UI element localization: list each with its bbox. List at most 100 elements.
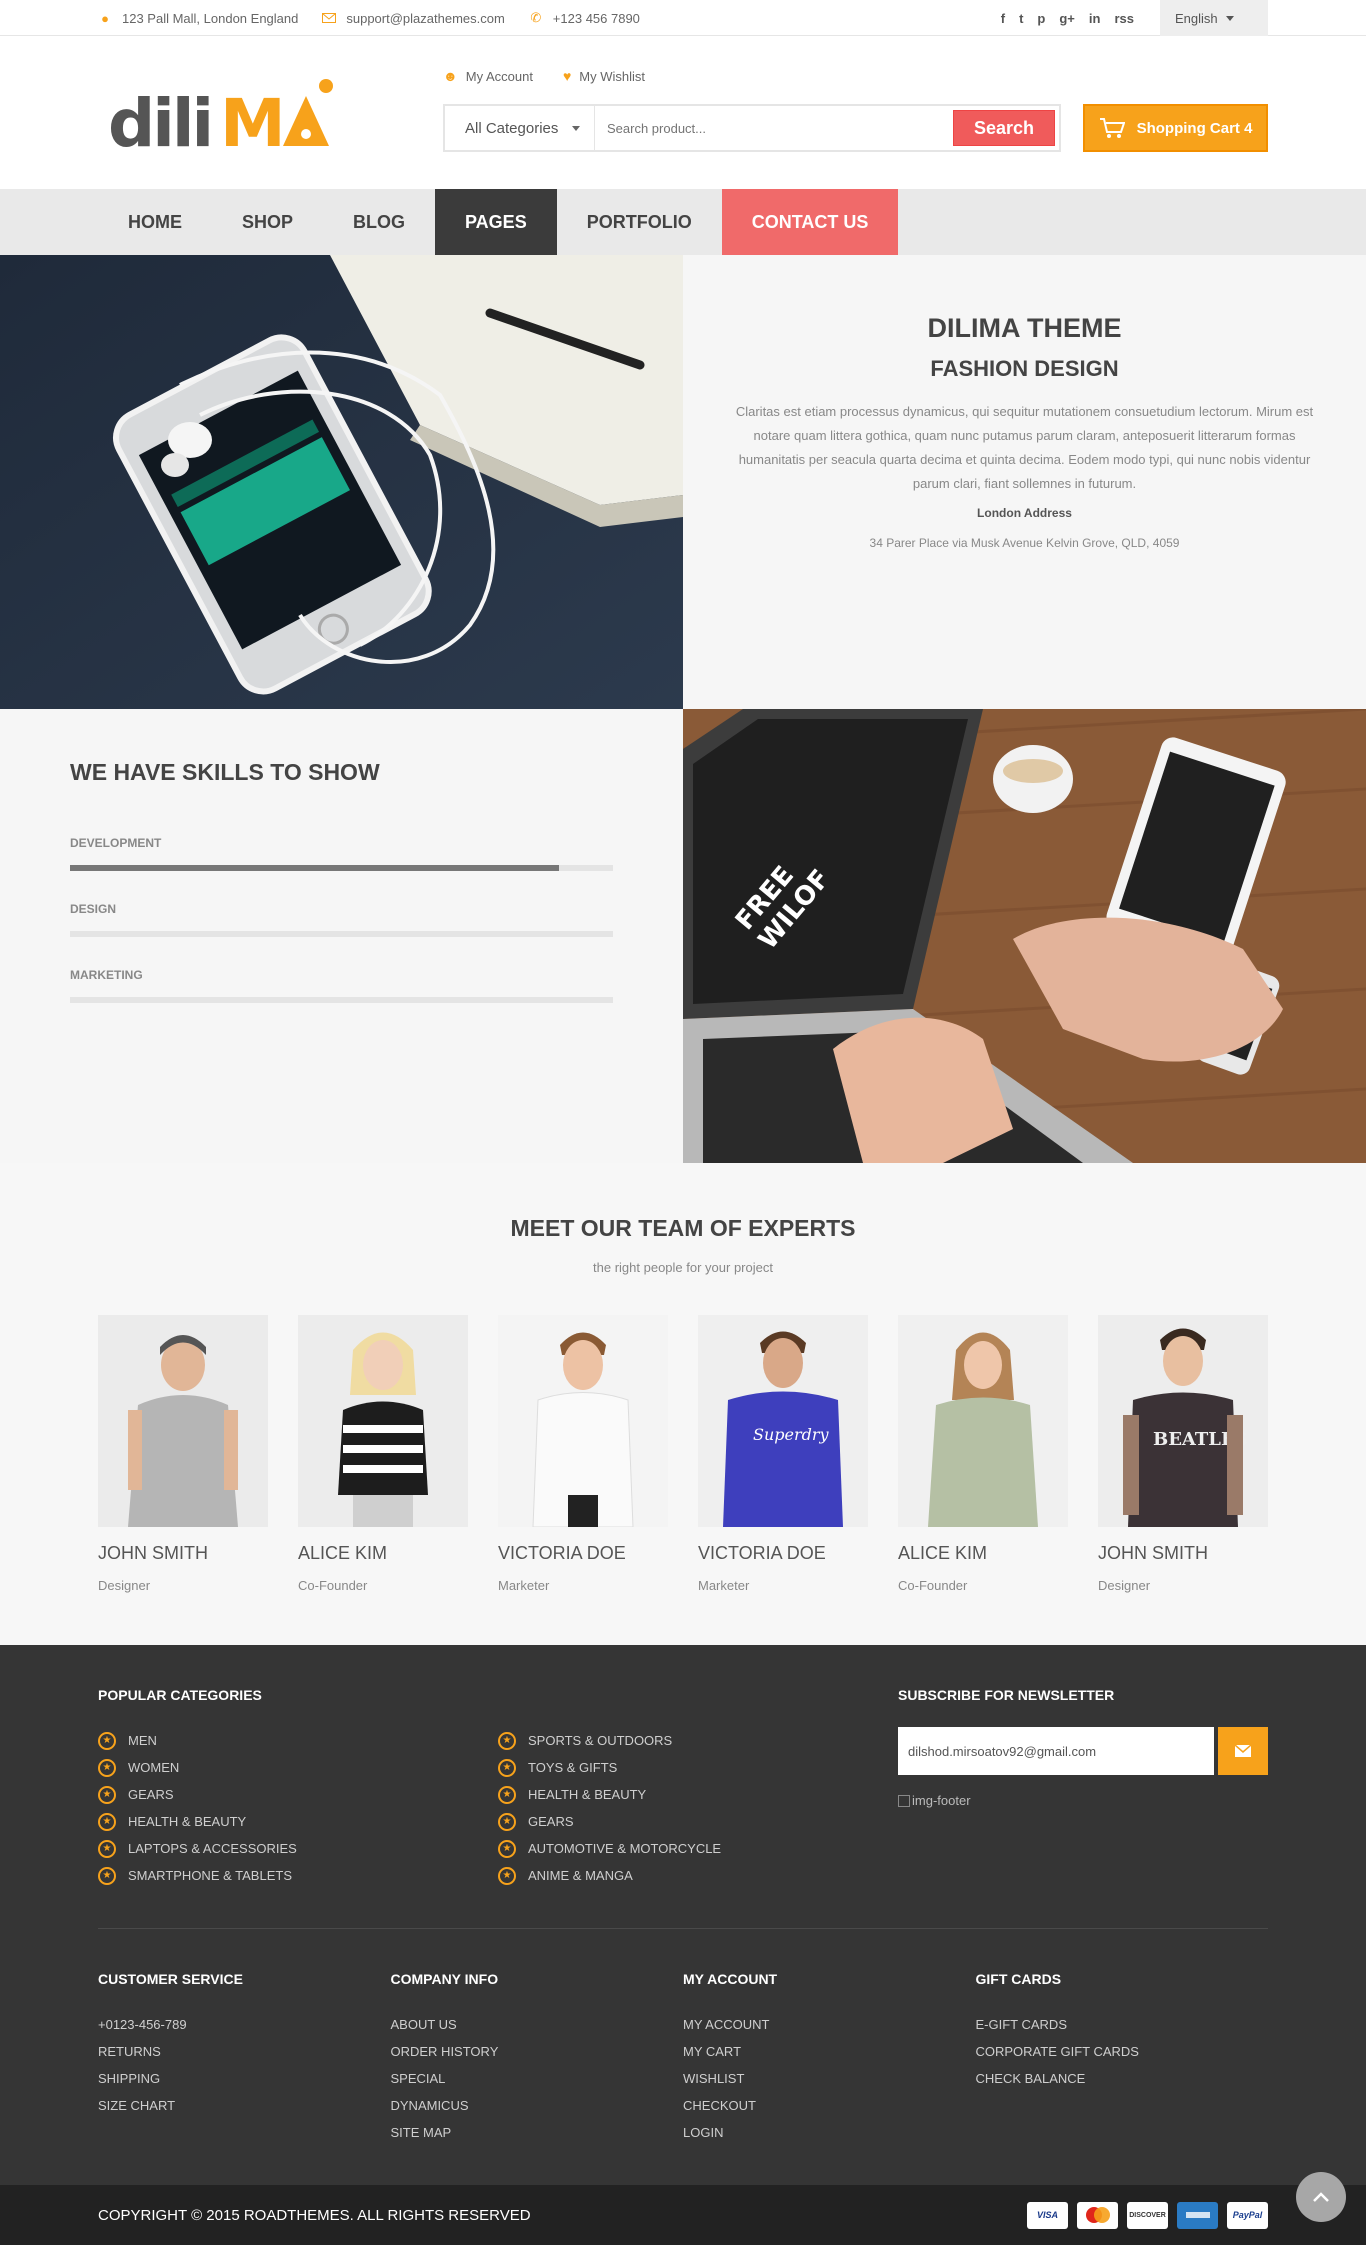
category-link[interactable]: ★ ANIME & MANGA [498, 1862, 898, 1889]
pinterest-icon[interactable]: p [1037, 11, 1045, 26]
category-label: LAPTOPS & ACCESSORIES [128, 1841, 297, 1856]
member-name: ALICE KIM [298, 1543, 388, 1563]
email-info[interactable]: support@plazathemes.com [322, 11, 505, 26]
star-icon: ★ [498, 1839, 516, 1858]
phone-headphones-image [0, 255, 683, 709]
footer-link[interactable]: RETURNS [98, 2038, 391, 2065]
footer-link[interactable]: MY ACCOUNT [683, 2011, 976, 2038]
search-button[interactable]: Search [953, 110, 1055, 146]
skill-development: DEVELOPMENT [70, 836, 613, 871]
discover-label: DISCOVER [1129, 2211, 1166, 2219]
footer-link[interactable]: LOGIN [683, 2119, 976, 2146]
star-icon: ★ [498, 1785, 516, 1804]
footer-link[interactable]: CORPORATE GIFT CARDS [976, 2038, 1269, 2065]
my-wishlist-link[interactable]: ♥ My Wishlist [563, 68, 645, 84]
paypal-label: PayPal [1232, 2210, 1263, 2220]
search-input[interactable] [595, 106, 949, 150]
amex-icon [1177, 2201, 1218, 2229]
category-label: HEALTH & BEAUTY [128, 1814, 247, 1829]
back-to-top-button[interactable] [1296, 2172, 1346, 2222]
nav-pages[interactable]: PAGES [435, 189, 557, 255]
google-plus-icon[interactable]: g+ [1059, 11, 1075, 26]
skill-bar [70, 931, 613, 937]
category-link[interactable]: ★ MEN [98, 1727, 498, 1754]
category-select[interactable]: All Categories [445, 106, 595, 150]
paypal-icon: PayPal [1227, 2201, 1268, 2229]
about-panel: DILIMA THEME FASHION DESIGN Claritas est… [683, 255, 1366, 709]
category-select-value: All Categories [465, 119, 559, 137]
skill-bar [70, 865, 613, 871]
member-photo [498, 1315, 668, 1527]
category-link[interactable]: ★ GEARS [498, 1808, 898, 1835]
category-link[interactable]: ★ GEARS [98, 1781, 498, 1808]
category-link[interactable]: ★ WOMEN [98, 1754, 498, 1781]
cart-label: Shopping Cart 4 [1136, 119, 1253, 137]
skill-marketing: MARKETING [70, 968, 613, 1003]
footer-column-title: COMPANY INFO [390, 1971, 499, 1987]
category-link[interactable]: ★ SPORTS & OUTDOORS [498, 1727, 898, 1754]
nav-contact-us[interactable]: CONTACT US [721, 189, 899, 255]
footer-link[interactable]: +0123-456-789 [98, 2011, 391, 2038]
twitter-icon[interactable]: t [1019, 11, 1023, 26]
footer-link[interactable]: CHECK BALANCE [976, 2065, 1269, 2092]
email-text[interactable]: support@plazathemes.com [346, 11, 504, 26]
footer-link[interactable]: DYNAMICUS [391, 2092, 684, 2119]
member-photo [898, 1315, 1068, 1527]
team-member[interactable]: Superdry VICTORIA DOE Marketer [698, 1315, 868, 1593]
social-links: f t p g+ in rss [1001, 11, 1134, 26]
team-member[interactable]: ALICE KIM Co-Founder [898, 1315, 1068, 1593]
member-name: ALICE KIM [898, 1543, 988, 1563]
category-label: MEN [128, 1733, 157, 1748]
team-member[interactable]: BEATLES JOHN SMITH Designer [1098, 1315, 1268, 1593]
member-photo [298, 1315, 468, 1527]
language-select[interactable]: English [1160, 0, 1268, 36]
category-link[interactable]: ★ LAPTOPS & ACCESSORIES [98, 1835, 498, 1862]
linkedin-icon[interactable]: in [1089, 11, 1101, 26]
footer-link[interactable]: CHECKOUT [683, 2092, 976, 2119]
category-label: ANIME & MANGA [528, 1868, 633, 1883]
nav-home[interactable]: HOME [98, 189, 212, 255]
footer-link[interactable]: SITE MAP [391, 2119, 684, 2146]
category-link[interactable]: ★ TOYS & GIFTS [498, 1754, 898, 1781]
my-account-link[interactable]: ☻ My Account [443, 68, 533, 84]
team-member[interactable]: ALICE KIM Co-Founder [298, 1315, 468, 1593]
header: dili M ☻ My Account ♥ My Wishlist All Ca… [0, 36, 1366, 189]
category-link[interactable]: ★ SMARTPHONE & TABLETS [98, 1862, 498, 1889]
heart-icon: ♥ [562, 68, 572, 84]
newsletter: SUBSCRIBE FOR NEWSLETTER img-footer [898, 1687, 1268, 1928]
category-label: AUTOMOTIVE & MOTORCYCLE [528, 1841, 722, 1856]
rss-icon[interactable]: rss [1114, 11, 1134, 26]
category-link[interactable]: ★ HEALTH & BEAUTY [498, 1781, 898, 1808]
footer-link[interactable]: WISHLIST [683, 2065, 976, 2092]
shopping-cart-button[interactable]: Shopping Cart 4 [1083, 104, 1268, 152]
footer-link[interactable]: SPECIAL [391, 2065, 684, 2092]
category-label: TOYS & GIFTS [528, 1760, 618, 1775]
nav-shop[interactable]: SHOP [212, 189, 323, 255]
footer-link[interactable]: MY CART [683, 2038, 976, 2065]
facebook-icon[interactable]: f [1001, 11, 1005, 26]
footer-link[interactable]: SIZE CHART [98, 2092, 391, 2119]
nav-portfolio[interactable]: PORTFOLIO [557, 189, 722, 255]
footer-link[interactable]: SHIPPING [98, 2065, 391, 2092]
newsletter-submit-button[interactable] [1218, 1727, 1268, 1775]
category-link[interactable]: ★ AUTOMOTIVE & MOTORCYCLE [498, 1835, 898, 1862]
footer-link[interactable]: E-GIFT CARDS [976, 2011, 1269, 2038]
member-role: Designer [98, 1578, 151, 1593]
phone-text: +123 456 7890 [552, 10, 640, 26]
globe-icon: ● [101, 10, 109, 26]
team-member[interactable]: JOHN SMITH Designer [98, 1315, 268, 1593]
member-role: Co-Founder [298, 1578, 368, 1593]
site-logo[interactable]: dili M [108, 76, 358, 186]
user-icon: ☻ [443, 68, 458, 84]
member-role: Marketer [698, 1578, 750, 1593]
footer-link[interactable]: ABOUT US [391, 2011, 684, 2038]
footer-link[interactable]: ORDER HISTORY [391, 2038, 684, 2065]
nav-blog[interactable]: BLOG [323, 189, 435, 255]
team-member[interactable]: VICTORIA DOE Marketer [498, 1315, 668, 1593]
popular-categories-title: POPULAR CATEGORIES [98, 1687, 262, 1703]
member-role: Designer [1098, 1578, 1151, 1593]
category-label: WOMEN [128, 1760, 180, 1775]
newsletter-email-input[interactable] [898, 1727, 1214, 1775]
category-link[interactable]: ★ HEALTH & BEAUTY [98, 1808, 498, 1835]
skill-label: DEVELOPMENT [70, 836, 162, 850]
